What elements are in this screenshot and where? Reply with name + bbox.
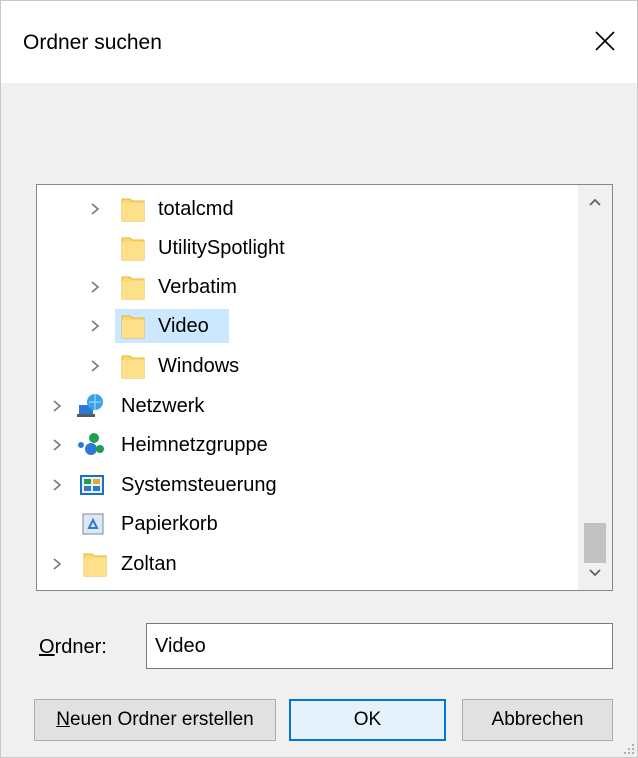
folder-tree[interactable]: totalcmd UtilitySpotlight Verbatim Video… <box>36 184 613 591</box>
cancel-button[interactable]: Abbrechen <box>462 699 613 741</box>
tree-item-label: Video <box>158 315 209 337</box>
tree-item-papierkorb[interactable]: Papierkorb <box>37 505 577 543</box>
dialog-title: Ordner suchen <box>23 31 162 54</box>
chevron-right-icon[interactable] <box>49 398 65 414</box>
tree-item-label: Heimnetzgruppe <box>121 434 268 456</box>
tree-item-label: UtilitySpotlight <box>158 237 285 259</box>
tree-item-label: Verbatim <box>158 276 237 298</box>
folder-icon <box>121 235 147 261</box>
tree-item-label: Windows <box>158 355 240 377</box>
tree-item-label: Zoltan <box>121 553 177 575</box>
tree-item-video[interactable]: Video <box>37 307 577 345</box>
tree-item-totalcmd[interactable]: totalcmd <box>37 190 577 228</box>
folder-icon <box>121 196 147 222</box>
tree-item-label: totalcmd <box>158 198 234 220</box>
chevron-right-icon[interactable] <box>49 437 65 453</box>
scroll-down-button[interactable] <box>578 556 612 590</box>
chevron-right-icon[interactable] <box>49 477 65 493</box>
resize-grip-icon[interactable] <box>621 741 635 755</box>
folder-icon <box>121 313 147 339</box>
chevron-right-icon[interactable] <box>87 318 103 334</box>
chevron-right-icon[interactable] <box>87 358 103 374</box>
scroll-up-button[interactable] <box>578 185 612 219</box>
close-icon <box>595 31 615 51</box>
new-folder-button[interactable]: Neuen Ordner erstellen <box>34 699 276 741</box>
chevron-right-icon[interactable] <box>87 279 103 295</box>
chevron-down-icon <box>589 569 601 577</box>
folder-icon <box>121 274 147 300</box>
title-bar: Ordner suchen <box>1 1 637 83</box>
tree-item-label: Papierkorb <box>121 513 218 535</box>
ok-button[interactable]: OK <box>289 699 446 741</box>
chevron-up-icon <box>589 198 601 206</box>
close-button[interactable] <box>573 11 637 71</box>
tree-item-label: Systemsteuerung <box>121 474 277 496</box>
chevron-right-icon[interactable] <box>49 556 65 572</box>
tree-item-windows[interactable]: Windows <box>37 347 577 385</box>
network-icon <box>77 393 103 419</box>
browse-folder-dialog: Ordner suchen totalcmd UtilitySpotlight <box>0 0 638 758</box>
homegroup-icon <box>77 432 104 458</box>
tree-item-zoltan[interactable]: Zoltan <box>37 545 577 583</box>
folder-field-label: Ordner: <box>39 636 107 658</box>
chevron-right-icon[interactable] <box>87 201 103 217</box>
vertical-scrollbar[interactable] <box>578 185 612 590</box>
tree-item-systemsteuerung[interactable]: Systemsteuerung <box>37 466 577 504</box>
tree-item-netzwerk[interactable]: Netzwerk <box>37 387 577 425</box>
folder-name-input[interactable] <box>146 623 613 669</box>
control-panel-icon <box>79 473 105 499</box>
tree-item-heimnetzgruppe[interactable]: Heimnetzgruppe <box>37 426 577 464</box>
tree-item-utilityspotlight[interactable]: UtilitySpotlight <box>37 229 577 267</box>
tree-item-verbatim[interactable]: Verbatim <box>37 268 577 306</box>
folder-icon <box>121 353 147 379</box>
tree-item-label: Netzwerk <box>121 395 205 417</box>
recycle-bin-icon <box>81 512 107 538</box>
folder-icon <box>83 551 109 577</box>
